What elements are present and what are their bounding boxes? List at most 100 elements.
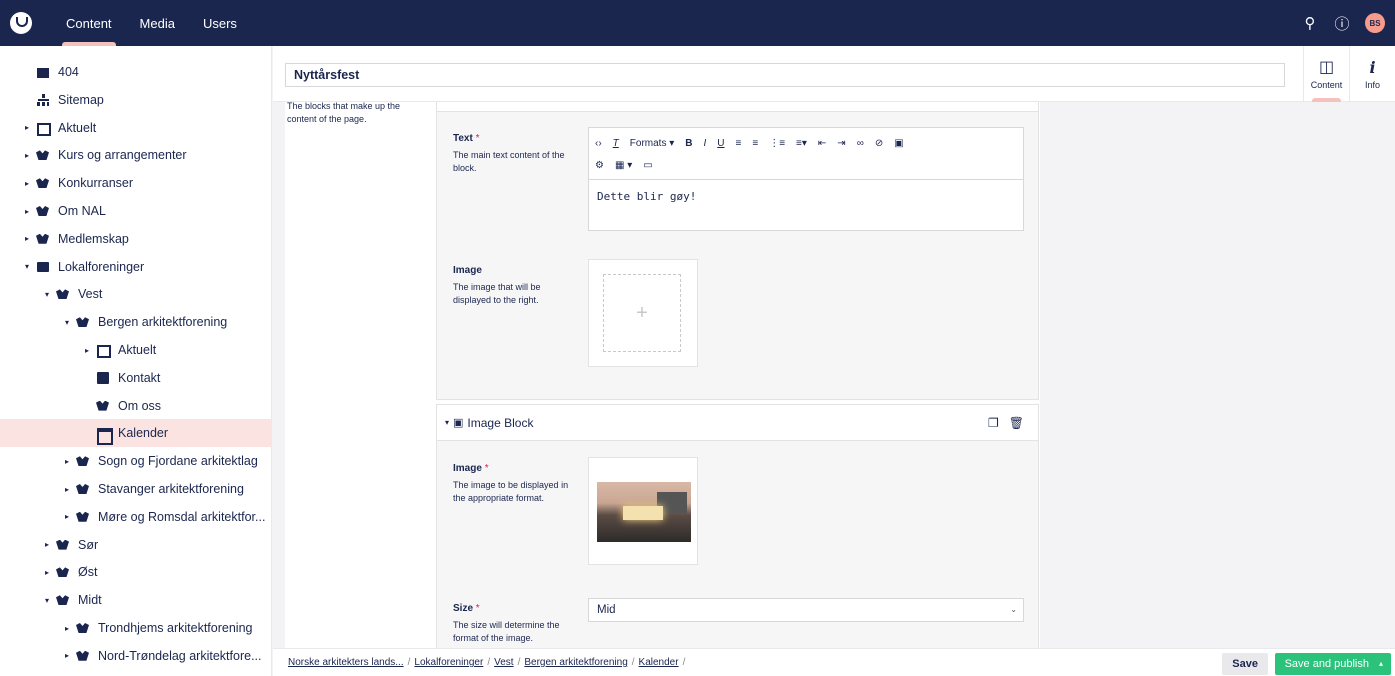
avatar[interactable]: BS bbox=[1365, 13, 1385, 33]
caret-right-icon[interactable]: ▸ bbox=[22, 179, 32, 188]
align-left-icon[interactable]: ≡ bbox=[736, 138, 742, 149]
info-icon: i bbox=[1369, 57, 1376, 77]
tree-item[interactable]: ▸ Sør bbox=[0, 531, 271, 559]
caret-down-icon[interactable]: ▾ bbox=[62, 318, 72, 327]
tree-item[interactable]: ▸ Stavanger arkitektforening bbox=[0, 475, 271, 503]
image-picker-empty[interactable]: + bbox=[588, 259, 698, 367]
caret-right-icon[interactable]: ▸ bbox=[22, 207, 32, 216]
blocks-description: The blocks that make up the content of t… bbox=[287, 102, 401, 124]
box-icon bbox=[36, 66, 50, 78]
caret-right-icon[interactable]: ▸ bbox=[62, 457, 72, 466]
caret-up-icon[interactable]: ▴ bbox=[1379, 653, 1383, 675]
embed-icon[interactable]: ▭ bbox=[643, 160, 652, 171]
caret-down-icon[interactable]: ▾ bbox=[42, 290, 52, 299]
umbraco-logo-icon[interactable] bbox=[10, 12, 32, 34]
tree-item[interactable]: Om oss bbox=[0, 392, 271, 420]
link-icon[interactable]: ∞ bbox=[857, 138, 864, 149]
image-picker-filled[interactable] bbox=[588, 457, 698, 565]
caret-right-icon[interactable]: ▸ bbox=[42, 568, 52, 577]
caret-right-icon[interactable]: ▸ bbox=[62, 512, 72, 521]
unlink-icon[interactable]: ⊘ bbox=[875, 138, 883, 149]
nav-media[interactable]: Media bbox=[126, 0, 189, 46]
tree-item-label: Kalender bbox=[118, 426, 169, 441]
tree-item-label: Kurs og arrangementer bbox=[58, 148, 187, 163]
image-block-header[interactable]: ▾ ▣ Image Block ❐ 🗑 bbox=[437, 405, 1038, 441]
help-icon[interactable]: ⓘ bbox=[1333, 13, 1351, 34]
editor: Nyttårsfest ◫ Content i Info The blocks … bbox=[273, 46, 1395, 676]
tree-item[interactable]: ▸ Nord-Trøndelag arkitektfore... bbox=[0, 642, 271, 670]
tree-item[interactable]: ▸ Aktuelt bbox=[0, 114, 271, 142]
save-button[interactable]: Save bbox=[1222, 653, 1268, 675]
bold-icon[interactable]: B bbox=[685, 138, 692, 149]
rich-text-editor[interactable]: ‹› T Formats ▾ B I U ≡ ≡ ⋮≡ ≡▾ ⇤ ⇥ ∞ ⊘ ▣… bbox=[588, 127, 1024, 231]
size-field-description: The size will determine the format of th… bbox=[453, 620, 560, 643]
save-and-publish-button[interactable]: Save and publish ▴ bbox=[1274, 653, 1391, 675]
italic-icon[interactable]: I bbox=[704, 138, 707, 149]
align-justify-icon[interactable]: ≡ bbox=[752, 138, 758, 149]
tree-item[interactable]: ▾ Vest bbox=[0, 280, 271, 308]
caret-right-icon[interactable]: ▸ bbox=[62, 624, 72, 633]
caret-right-icon[interactable]: ▸ bbox=[42, 540, 52, 549]
table-icon[interactable]: ▦ ▾ bbox=[615, 160, 632, 171]
underline-icon[interactable]: U bbox=[717, 138, 724, 149]
tree-item[interactable]: Kontakt bbox=[0, 364, 271, 392]
name-row: Nyttårsfest ◫ Content i Info bbox=[273, 46, 1395, 102]
calendar-icon bbox=[96, 427, 113, 446]
breadcrumb-item[interactable]: Kalender bbox=[639, 657, 679, 668]
caret-down-icon[interactable]: ▾ bbox=[42, 596, 52, 605]
editor-footer: Norske arkitekters lands... / Lokalforenin… bbox=[273, 648, 1395, 676]
indent-icon[interactable]: ⇥ bbox=[837, 138, 845, 149]
rte-body[interactable]: Dette blir gøy! bbox=[589, 180, 1023, 213]
caret-right-icon[interactable]: ▸ bbox=[22, 234, 32, 243]
tab-content[interactable]: ◫ Content bbox=[1303, 46, 1349, 102]
formats-dropdown[interactable]: Formats ▾ bbox=[630, 138, 674, 149]
breadcrumb-item[interactable]: Vest bbox=[494, 657, 513, 668]
size-select[interactable]: Mid ⌄ bbox=[588, 598, 1024, 622]
caret-down-icon[interactable]: ▾ bbox=[22, 262, 32, 271]
copy-icon[interactable]: ❐ bbox=[988, 416, 999, 430]
tree-item[interactable]: ▸ Om NAL bbox=[0, 197, 271, 225]
add-image-icon[interactable]: + bbox=[603, 274, 681, 352]
macro-icon[interactable]: ⚙ bbox=[595, 160, 604, 171]
search-icon[interactable]: ⚲ bbox=[1301, 14, 1319, 32]
selected-image-thumbnail[interactable] bbox=[597, 482, 691, 542]
bullet-list-icon[interactable]: ⋮≡ bbox=[769, 138, 785, 149]
tree-item[interactable]: ▸ Øst bbox=[0, 558, 271, 586]
breadcrumb-item[interactable]: Bergen arkitektforening bbox=[524, 657, 627, 668]
outdent-icon[interactable]: ⇤ bbox=[818, 138, 826, 149]
tree-item[interactable]: ▸ Aktuelt bbox=[0, 336, 271, 364]
tree-item[interactable]: ▸ Medlemskap bbox=[0, 225, 271, 253]
caret-right-icon[interactable]: ▸ bbox=[82, 346, 92, 355]
tree-item[interactable]: ▸ Møre og Romsdal arkitektfor... bbox=[0, 503, 271, 531]
nav-content[interactable]: Content bbox=[52, 0, 126, 46]
tree-item[interactable]: ▾ Lokalforeninger bbox=[0, 253, 271, 281]
clear-format-icon[interactable]: T bbox=[613, 138, 619, 149]
breadcrumb-item[interactable]: Norske arkitekters lands... bbox=[288, 657, 404, 668]
tree-item[interactable]: ▸ Kurs og arrangementer bbox=[0, 141, 271, 169]
caret-right-icon[interactable]: ▸ bbox=[62, 485, 72, 494]
tree-item[interactable]: Kalender bbox=[0, 419, 271, 448]
numbered-list-icon[interactable]: ≡▾ bbox=[796, 138, 807, 149]
tree-item[interactable]: ▸ Konkurranser bbox=[0, 169, 271, 197]
image-icon[interactable]: ▣ bbox=[894, 138, 903, 149]
breadcrumb-separator: / bbox=[631, 657, 635, 668]
caret-right-icon[interactable]: ▸ bbox=[22, 123, 32, 132]
page-name-input[interactable]: Nyttårsfest bbox=[285, 63, 1285, 87]
nav-users[interactable]: Users bbox=[189, 0, 251, 46]
caret-right-icon[interactable]: ▸ bbox=[22, 151, 32, 160]
caret-right-icon[interactable]: ▸ bbox=[62, 651, 72, 660]
source-code-icon[interactable]: ‹› bbox=[595, 138, 602, 149]
breadcrumb-separator: / bbox=[487, 657, 491, 668]
tree-item-label: Vest bbox=[78, 287, 103, 302]
tab-info[interactable]: i Info bbox=[1349, 46, 1395, 102]
tree-item[interactable]: ▾ Midt bbox=[0, 586, 271, 614]
trash-icon[interactable]: 🗑 bbox=[1009, 416, 1024, 430]
text-field-description: The main text content of the block. bbox=[453, 150, 565, 173]
tree-item[interactable]: 404 bbox=[0, 58, 271, 86]
tree-item[interactable]: ▾ Bergen arkitektforening bbox=[0, 308, 271, 336]
image-field-description: The image that will be displayed to the … bbox=[453, 282, 541, 305]
tree-item[interactable]: Sitemap bbox=[0, 86, 271, 114]
tree-item[interactable]: ▸ Trondhjems arkitektforening bbox=[0, 614, 271, 642]
breadcrumb-item[interactable]: Lokalforeninger bbox=[414, 657, 483, 668]
tree-item[interactable]: ▸ Sogn og Fjordane arkitektlag bbox=[0, 447, 271, 475]
